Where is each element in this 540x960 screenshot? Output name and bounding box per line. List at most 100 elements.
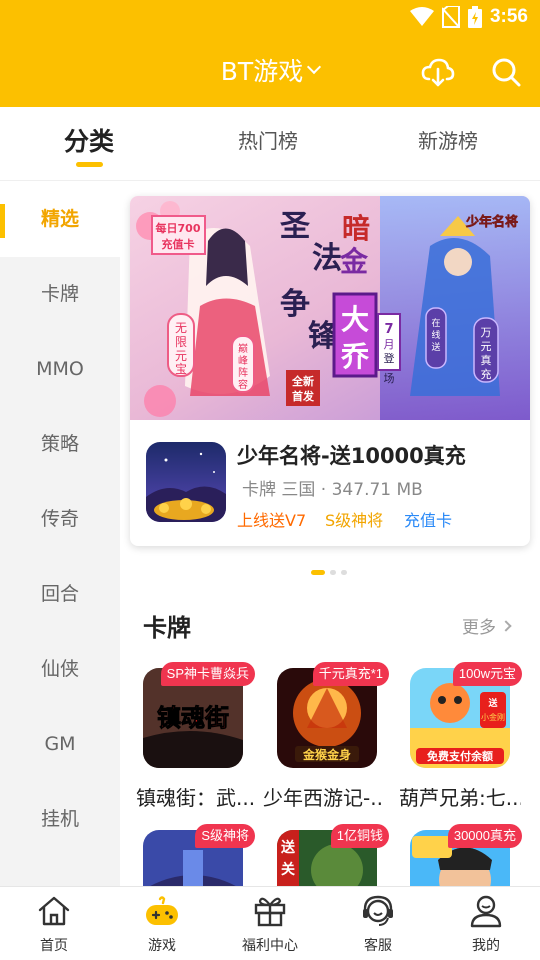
more-label: 更多: [462, 618, 496, 638]
game-name[interactable]: 镇魂街：武...: [136, 782, 258, 811]
game-badge: 1亿铜钱: [330, 824, 389, 848]
sidebar-item-card[interactable]: 卡牌: [0, 257, 120, 332]
featured-banner-image[interactable]: 每日700 充值卡 无 限 元 宝 巅 峰 阵 容 圣 法 争 锋 暗 金 大 …: [130, 196, 530, 420]
svg-text:圣: 圣: [280, 209, 311, 244]
bottom-navigation: 首页 游戏 福利中心 客服 我的: [0, 886, 540, 960]
svg-text:限: 限: [175, 335, 187, 349]
svg-text:充: 充: [481, 367, 492, 381]
sidebar-item-legend[interactable]: 传奇: [0, 482, 120, 557]
nav-label: 首页: [40, 938, 68, 954]
svg-text:容: 容: [238, 378, 248, 391]
svg-text:关: 关: [281, 861, 295, 878]
tab-category[interactable]: 分类: [64, 122, 114, 158]
carousel-dot-active: [311, 570, 325, 575]
home-icon: [38, 896, 70, 926]
battery-charging-icon: [467, 6, 482, 28]
svg-text:镇魂街: 镇魂街: [157, 703, 229, 732]
nav-label: 客服: [364, 938, 392, 954]
svg-text:每日700: 每日700: [156, 221, 201, 235]
no-sim-icon: [441, 6, 460, 28]
featured-game-meta: 卡牌 三国 · 347.71 MB: [242, 480, 423, 500]
svg-text:月: 月: [384, 338, 395, 351]
sidebar-item-featured[interactable]: 精选: [0, 182, 120, 257]
category-tabs: 分类 热门榜 新游榜: [0, 107, 540, 181]
featured-game-title[interactable]: 少年名将-送10000真充: [237, 440, 466, 470]
nav-label: 游戏: [148, 938, 176, 954]
nav-customer-service[interactable]: 客服: [324, 887, 432, 960]
game-badge: 30000真充: [447, 824, 522, 848]
svg-text:送: 送: [487, 697, 498, 709]
header-title: BT游戏: [220, 57, 304, 86]
carousel-dot: [330, 570, 336, 575]
carousel-indicator: [311, 570, 347, 575]
nav-profile[interactable]: 我的: [432, 887, 540, 960]
active-tab-indicator: [76, 162, 103, 167]
nav-label: 我的: [472, 938, 500, 954]
game-badge: SP神卡曹焱兵: [160, 662, 255, 686]
svg-text:线: 线: [431, 329, 440, 341]
game-item[interactable]: 金猴金身 千元真充*1: [277, 662, 389, 768]
sidebar-item-turn-based[interactable]: 回合: [0, 557, 120, 632]
tab-new-ranking[interactable]: 新游榜: [418, 125, 478, 154]
chevron-right-icon: [500, 619, 512, 632]
nav-games[interactable]: 游戏: [108, 887, 216, 960]
tab-hot-ranking[interactable]: 热门榜: [238, 125, 298, 154]
game-item[interactable]: 镇魂街 SP神卡曹焱兵: [143, 662, 255, 768]
svg-text:阵: 阵: [238, 366, 248, 379]
svg-text:元: 元: [481, 340, 492, 353]
sidebar-item-xianxia[interactable]: 仙侠: [0, 632, 120, 707]
svg-text:首发: 首发: [292, 389, 315, 403]
section-title: 卡牌: [143, 614, 191, 642]
status-icons: 3:56: [409, 6, 528, 28]
svg-text:金猴金身: 金猴金身: [302, 747, 351, 762]
game-icon[interactable]: [146, 442, 226, 522]
svg-text:真: 真: [481, 353, 492, 367]
nav-home[interactable]: 首页: [0, 887, 108, 960]
headset-icon: [363, 895, 393, 926]
svg-text:宝: 宝: [175, 362, 187, 376]
wifi-icon: [409, 7, 434, 26]
svg-text:登: 登: [384, 351, 395, 365]
svg-text:小金刚: 小金刚: [481, 712, 505, 722]
svg-text:金: 金: [339, 245, 369, 278]
svg-text:送: 送: [280, 839, 296, 856]
search-icon[interactable]: [489, 55, 523, 89]
game-badge: 100w元宝: [452, 662, 522, 686]
app-header: 3:56 BT游戏: [0, 0, 540, 107]
svg-text:送: 送: [431, 341, 440, 353]
svg-text:场: 场: [384, 371, 395, 385]
cloud-download-icon[interactable]: [421, 55, 455, 89]
svg-text:乔: 乔: [340, 340, 370, 373]
more-link[interactable]: 更多: [462, 613, 512, 638]
gift-icon: [254, 897, 286, 927]
gamepad-icon: [146, 896, 178, 925]
featured-game-card[interactable]: 每日700 充值卡 无 限 元 宝 巅 峰 阵 容 圣 法 争 锋 暗 金 大 …: [130, 196, 530, 546]
status-bar: 3:56: [0, 0, 540, 36]
svg-text:充值卡: 充值卡: [162, 237, 195, 251]
sidebar-item-label: 精选: [40, 208, 79, 230]
chevron-down-icon: [307, 59, 322, 75]
user-icon: [470, 895, 502, 928]
carousel-dot: [341, 570, 347, 575]
nav-welfare-center[interactable]: 福利中心: [216, 887, 324, 960]
game-item[interactable]: 送 小金刚 免费支付余额 100w元宝: [410, 662, 522, 768]
svg-text:巅: 巅: [238, 343, 248, 355]
game-badge: 千元真充*1: [312, 662, 389, 686]
status-time: 3:56: [489, 6, 528, 27]
game-type-selector[interactable]: BT游戏: [0, 52, 540, 88]
game-tag: S级神将: [325, 511, 384, 530]
game-name[interactable]: 少年西游记-...: [263, 782, 385, 811]
svg-text:峰: 峰: [238, 355, 248, 367]
sidebar-item-strategy[interactable]: 策略: [0, 407, 120, 482]
sidebar-item-mmo[interactable]: MMO: [0, 332, 120, 407]
game-tag: 上线送V7: [237, 511, 307, 530]
svg-text:在: 在: [431, 317, 440, 329]
svg-text:大: 大: [341, 303, 369, 336]
category-sidebar: 精选 卡牌 MMO 策略 传奇 回合 仙侠 GM 挂机: [0, 182, 120, 886]
sidebar-item-idle[interactable]: 挂机: [0, 782, 120, 857]
sidebar-item-gm[interactable]: GM: [0, 707, 120, 782]
svg-text:全新: 全新: [291, 374, 314, 388]
svg-text:暗: 暗: [342, 212, 370, 245]
game-name[interactable]: 葫芦兄弟:七...: [399, 782, 521, 811]
svg-text:争: 争: [280, 287, 310, 322]
